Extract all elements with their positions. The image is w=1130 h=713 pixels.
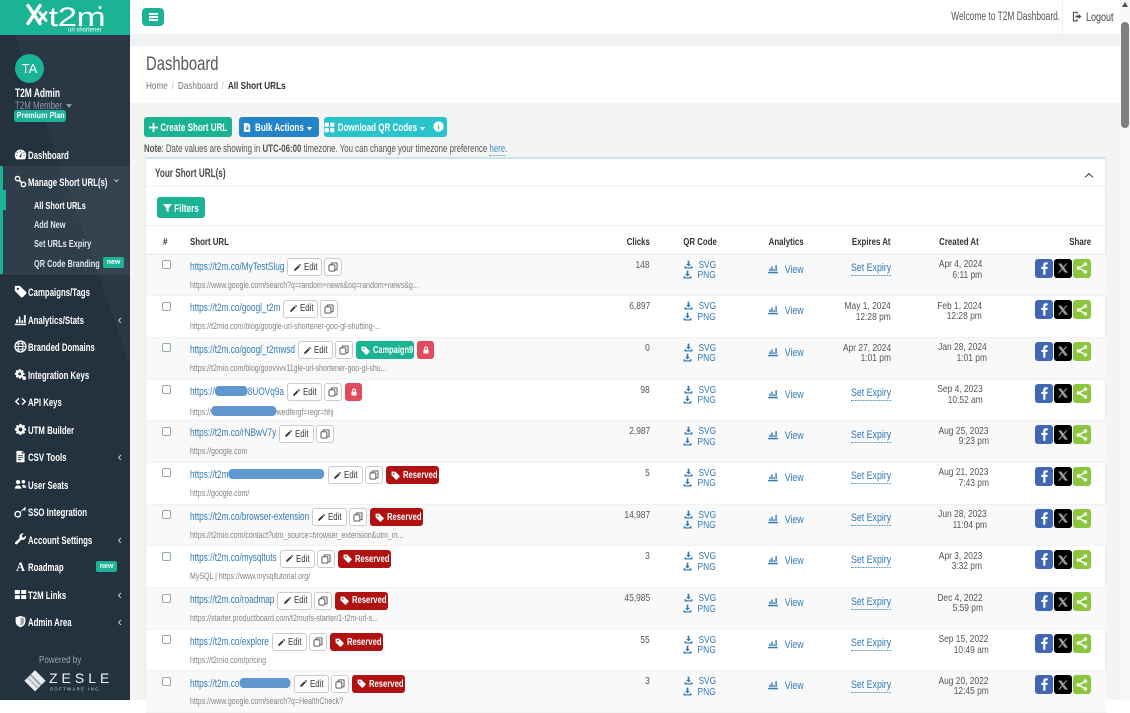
svg-text:A: A: [16, 560, 25, 573]
svg-text:url shortener: url shortener: [68, 28, 102, 34]
svg-text:SOFTWARE INC.: SOFTWARE INC.: [50, 687, 102, 692]
svg-text:i: i: [438, 123, 440, 132]
svg-text:ZESLE: ZESLE: [49, 670, 113, 686]
